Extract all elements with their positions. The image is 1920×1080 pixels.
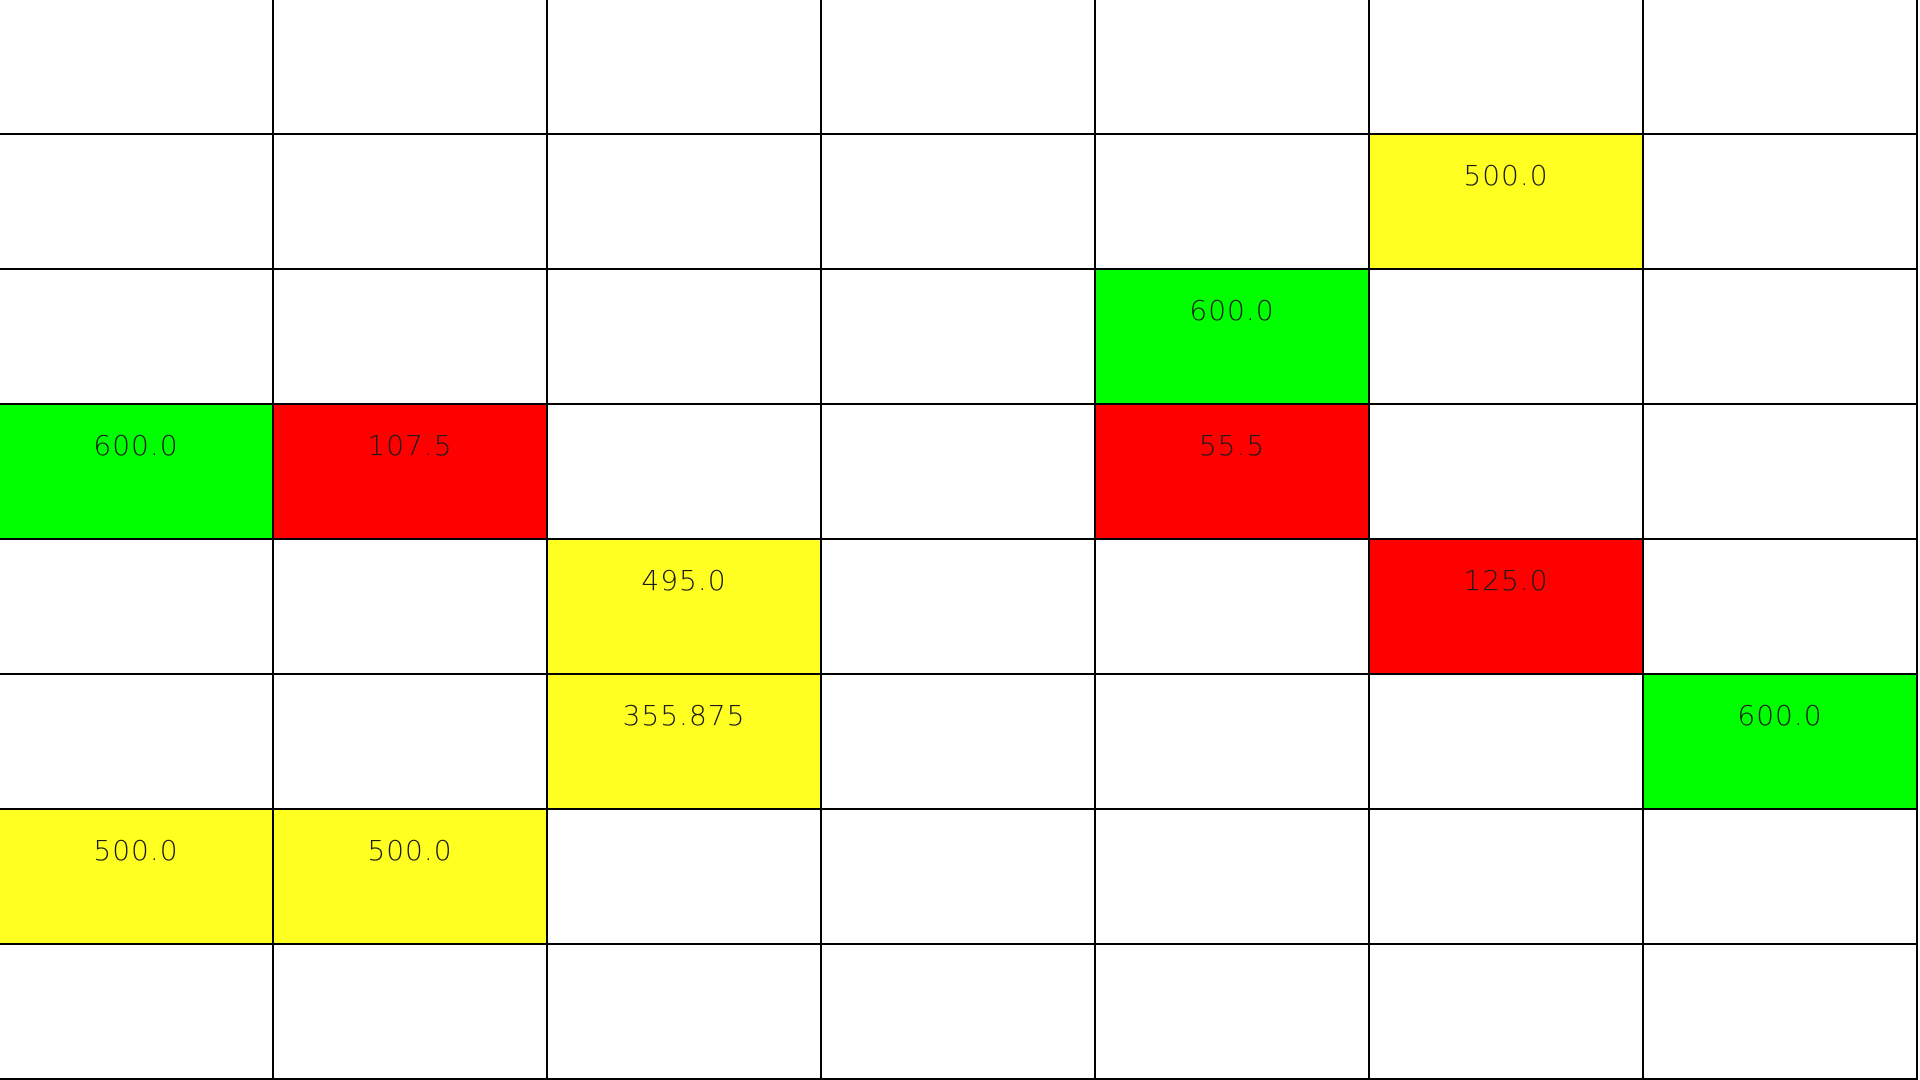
grid-cell[interactable]: 355.875: [548, 675, 822, 810]
grid-cell[interactable]: [274, 945, 548, 1080]
grid-cell[interactable]: [822, 810, 1096, 945]
cell-value: 107.5: [367, 429, 453, 462]
grid-cell[interactable]: 600.0: [1096, 270, 1370, 405]
grid-cell[interactable]: [0, 0, 274, 135]
grid-cell[interactable]: [1096, 810, 1370, 945]
grid-cell[interactable]: [548, 135, 822, 270]
cell-value: 600.0: [1189, 294, 1275, 327]
grid-cell[interactable]: 500.0: [1370, 135, 1644, 270]
grid-cell[interactable]: [822, 0, 1096, 135]
grid-cell[interactable]: 600.0: [1644, 675, 1918, 810]
grid-cell[interactable]: [1370, 675, 1644, 810]
cell-value: 600.0: [1737, 699, 1823, 732]
grid-cell[interactable]: [274, 0, 548, 135]
grid-cell[interactable]: [1644, 540, 1918, 675]
grid-cell[interactable]: [274, 540, 548, 675]
grid-cell[interactable]: [822, 675, 1096, 810]
grid-cell[interactable]: [274, 675, 548, 810]
grid-cell[interactable]: 600.0: [0, 405, 274, 540]
grid-cell[interactable]: [1370, 405, 1644, 540]
cell-value: 500.0: [1463, 159, 1549, 192]
grid-cell[interactable]: [822, 945, 1096, 1080]
grid-cell[interactable]: [1370, 810, 1644, 945]
grid-cell[interactable]: [822, 405, 1096, 540]
grid-cell[interactable]: [1096, 945, 1370, 1080]
grid-cell[interactable]: [1096, 0, 1370, 135]
grid-cell[interactable]: [1644, 405, 1918, 540]
grid-cell[interactable]: [274, 270, 548, 405]
grid-cell[interactable]: [1096, 675, 1370, 810]
grid-cell[interactable]: [548, 270, 822, 405]
grid-cell[interactable]: [1370, 0, 1644, 135]
grid-cell[interactable]: [1644, 810, 1918, 945]
grid-cell[interactable]: 125.0: [1370, 540, 1644, 675]
grid-cell[interactable]: [0, 270, 274, 405]
grid-cell[interactable]: [274, 135, 548, 270]
grid-cell[interactable]: 55.5: [1096, 405, 1370, 540]
grid-cell[interactable]: [1644, 945, 1918, 1080]
heatmap-grid: 500.0 600.0 600.0 107.5 55.5 495.0 125.0 355.87…: [0, 0, 1920, 1080]
cell-value: 355.875: [622, 699, 746, 732]
grid-cell[interactable]: [0, 135, 274, 270]
grid-cell[interactable]: [0, 540, 274, 675]
grid-cell[interactable]: [822, 270, 1096, 405]
grid-cell[interactable]: [1644, 0, 1918, 135]
grid-cell[interactable]: 500.0: [0, 810, 274, 945]
grid-cell[interactable]: [1096, 135, 1370, 270]
grid-cell[interactable]: [548, 405, 822, 540]
cell-value: 495.0: [641, 564, 727, 597]
cell-value: 55.5: [1198, 429, 1266, 462]
grid-cell[interactable]: [1370, 270, 1644, 405]
grid-cell[interactable]: [548, 0, 822, 135]
grid-cell[interactable]: [1370, 945, 1644, 1080]
cell-value: 600.0: [93, 429, 179, 462]
grid-cell[interactable]: [822, 135, 1096, 270]
cell-value: 125.0: [1463, 564, 1549, 597]
cell-value: 500.0: [93, 834, 179, 867]
grid-cell[interactable]: [822, 540, 1096, 675]
grid-cell[interactable]: 495.0: [548, 540, 822, 675]
cell-value: 500.0: [367, 834, 453, 867]
grid-cell[interactable]: [0, 675, 274, 810]
grid-cell[interactable]: [548, 945, 822, 1080]
grid-cell[interactable]: [1096, 540, 1370, 675]
grid-cell[interactable]: [0, 945, 274, 1080]
grid-cell[interactable]: [1644, 135, 1918, 270]
grid-cell[interactable]: [548, 810, 822, 945]
grid-cell[interactable]: 500.0: [274, 810, 548, 945]
grid-cell[interactable]: 107.5: [274, 405, 548, 540]
grid-cell[interactable]: [1644, 270, 1918, 405]
